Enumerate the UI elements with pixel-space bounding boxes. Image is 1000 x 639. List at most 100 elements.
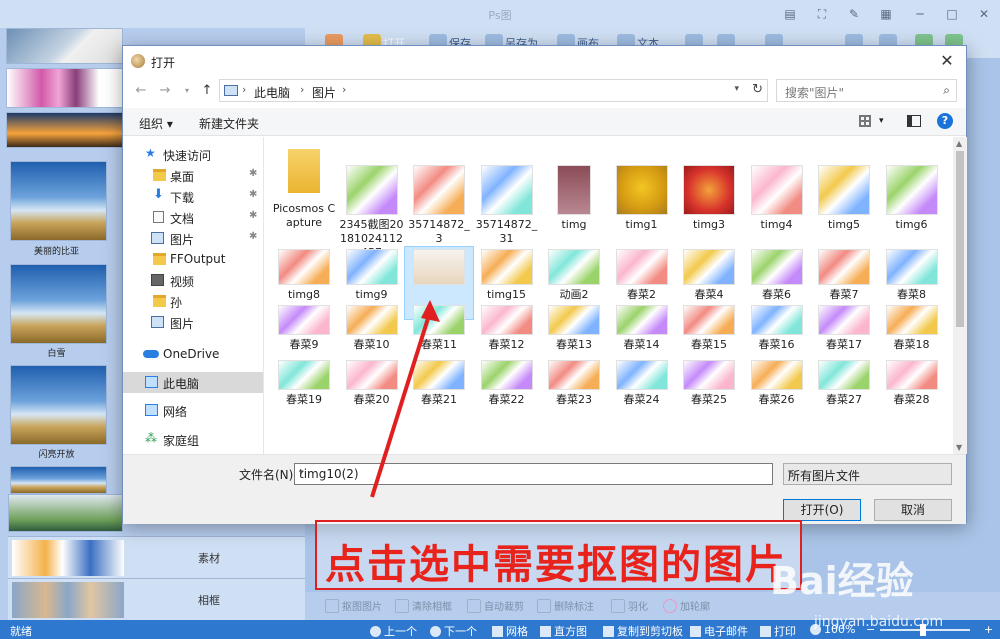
outline-button[interactable]: 加轮廓 [663, 598, 710, 613]
file-item[interactable]: 春菜10 [339, 305, 405, 352]
scrollbar-thumb[interactable] [956, 151, 964, 327]
file-item[interactable]: 春菜14 [609, 305, 675, 352]
file-item[interactable]: 春菜22 [474, 360, 540, 407]
file-item[interactable]: 动画2 [541, 249, 607, 302]
template-thumb-cosmetics[interactable] [6, 68, 123, 108]
nav-item-videos[interactable]: 视频 [123, 270, 263, 291]
file-item[interactable]: 35714872_31 [474, 143, 540, 246]
address-bar[interactable]: › 此电脑 › 图片 › ▾ ↻ [219, 79, 768, 102]
file-item[interactable]: timg5 [811, 143, 877, 232]
file-item[interactable]: 春菜7 [811, 249, 877, 302]
category-material[interactable]: 素材 [8, 536, 305, 578]
email-button[interactable]: 电子邮件 [690, 623, 748, 639]
forward-arrow-icon[interactable]: → [157, 82, 173, 100]
nav-onedrive[interactable]: OneDrive [123, 344, 263, 365]
maximize-icon[interactable]: □ [944, 6, 960, 22]
palette-icon[interactable]: ▦ [878, 6, 894, 22]
file-item[interactable]: 春菜18 [879, 305, 945, 352]
file-item[interactable]: timg10(2) [404, 246, 474, 320]
view-dropdown-icon[interactable]: ▾ [879, 116, 884, 126]
back-arrow-icon[interactable]: ← [133, 82, 149, 100]
scroll-up-icon[interactable]: ▲ [956, 139, 962, 148]
file-item[interactable]: 2345截图20181024112457 [339, 143, 405, 260]
new-folder-button[interactable]: 新建文件夹 [199, 115, 259, 132]
feather-button[interactable]: 羽化 [611, 598, 648, 613]
filename-input[interactable]: timg10(2) ▾ [294, 463, 773, 485]
file-item[interactable]: 春菜23 [541, 360, 607, 407]
histogram-button[interactable]: 直方图 [540, 623, 587, 639]
file-item[interactable]: 春菜21 [406, 360, 472, 407]
scroll-down-icon[interactable]: ▼ [956, 443, 962, 452]
file-item[interactable]: 春菜13 [541, 305, 607, 352]
folder-item[interactable]: Picosmos Capture [271, 143, 337, 230]
file-item[interactable]: timg8 [271, 249, 337, 302]
view-options-icon[interactable] [859, 115, 871, 127]
nav-item-sun[interactable]: 孙 [123, 291, 263, 312]
cutout-button[interactable]: 抠图图片 [325, 598, 382, 613]
address-dropdown-icon[interactable]: ▾ [734, 84, 739, 94]
file-item[interactable]: 春菜11 [406, 305, 472, 352]
file-item[interactable]: timg15 [474, 249, 540, 302]
file-item[interactable]: 春菜4 [676, 249, 742, 302]
auto-crop-button[interactable]: 自动裁剪 [467, 598, 524, 613]
photo-thumb-1[interactable] [10, 161, 107, 241]
file-item[interactable]: 春菜16 [744, 305, 810, 352]
file-list-scrollbar[interactable]: ▲ ▼ [953, 137, 967, 454]
breadcrumb-pictures[interactable]: 图片 [312, 84, 336, 101]
nav-this-pc[interactable]: 此电脑 [123, 372, 263, 393]
file-item[interactable]: 春菜24 [609, 360, 675, 407]
file-item[interactable]: 春菜12 [474, 305, 540, 352]
breadcrumb-this-pc[interactable]: 此电脑 [254, 84, 290, 101]
nav-item-documents[interactable]: 文档 ✱ [123, 207, 263, 228]
nav-item-downloads[interactable]: ⬇ 下载 ✱ [123, 186, 263, 207]
file-item[interactable]: timg1 [609, 143, 675, 232]
file-item[interactable]: 春菜27 [811, 360, 877, 407]
file-item[interactable]: 35714872_3 [406, 143, 472, 246]
fullscreen-icon[interactable]: ⛶ [814, 6, 830, 22]
open-button[interactable]: 打开(O) [783, 499, 861, 521]
nav-item-ffoutput[interactable]: FFOutput [123, 249, 263, 270]
nav-quick-access[interactable]: ★ 快速访问 [123, 144, 263, 165]
landscape-thumb[interactable] [8, 494, 123, 532]
file-item[interactable]: 春菜2 [609, 249, 675, 302]
filename-dropdown-icon[interactable]: ▾ [299, 468, 768, 478]
save-icon[interactable]: ▤ [782, 6, 798, 22]
file-item[interactable]: 春菜15 [676, 305, 742, 352]
delete-mark-button[interactable]: 删除标注 [537, 598, 594, 613]
nav-item-pictures[interactable]: 图片 ✱ [123, 228, 263, 249]
nav-item-pictures-2[interactable]: 图片 [123, 312, 263, 333]
grid-button[interactable]: 网格 [492, 623, 528, 639]
nav-homegroup[interactable]: ⁂ 家庭组 [123, 429, 263, 450]
preview-pane-icon[interactable] [907, 115, 921, 127]
template-thumb-sunset[interactable] [6, 112, 123, 148]
file-item[interactable]: 春菜8 [879, 249, 945, 302]
cancel-button[interactable]: 取消 [874, 499, 952, 521]
refresh-icon[interactable]: ↻ [752, 82, 763, 97]
recent-dropdown-icon[interactable]: ▾ [179, 82, 195, 100]
photo-thumb-3[interactable] [10, 365, 107, 445]
file-item[interactable]: timg4 [744, 143, 810, 232]
file-item[interactable]: timg [541, 143, 607, 232]
file-item[interactable]: 春菜19 [271, 360, 337, 407]
template-thumb-jets[interactable] [6, 28, 123, 64]
file-item[interactable]: 春菜26 [744, 360, 810, 407]
filetype-select[interactable]: 所有图片文件 ▾ [783, 463, 952, 485]
file-item[interactable]: timg3 [676, 143, 742, 232]
photo-thumb-2[interactable] [10, 264, 107, 344]
file-item[interactable]: 春菜6 [744, 249, 810, 302]
help-icon[interactable]: ? [937, 113, 953, 129]
dialog-close-icon[interactable]: ✕ [936, 50, 958, 72]
up-arrow-icon[interactable]: ↑ [199, 82, 215, 100]
file-item[interactable]: 春菜9 [271, 305, 337, 352]
minimize-icon[interactable]: ─ [912, 6, 928, 22]
close-icon[interactable]: ✕ [976, 6, 992, 22]
file-item[interactable]: 春菜25 [676, 360, 742, 407]
photo-thumb-4[interactable] [10, 466, 107, 494]
pen-icon[interactable]: ✎ [846, 6, 862, 22]
copy-clipboard-button[interactable]: 复制到剪切板 [603, 623, 683, 639]
file-item[interactable]: timg6 [879, 143, 945, 232]
next-button[interactable]: 下一个 [430, 623, 477, 639]
file-item[interactable]: 春菜17 [811, 305, 877, 352]
prev-button[interactable]: 上一个 [370, 623, 417, 639]
category-frame[interactable]: 相框 [8, 578, 305, 620]
